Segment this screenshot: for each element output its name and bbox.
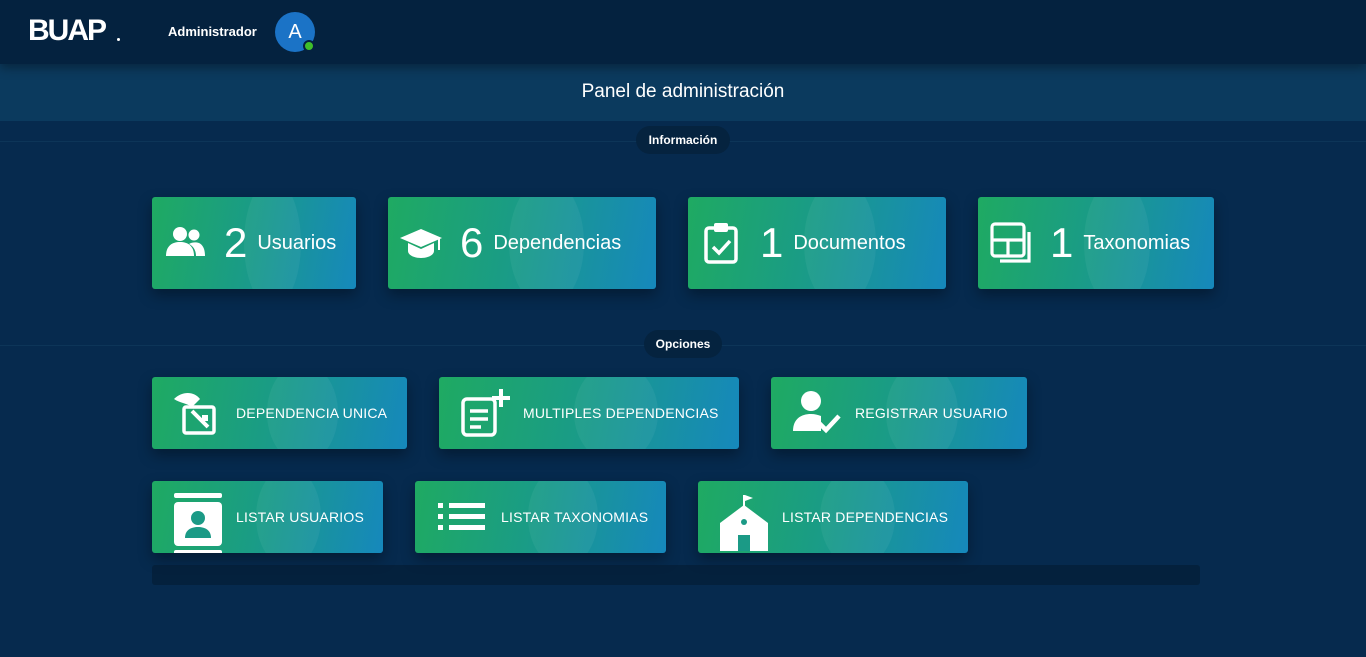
listar-dependencias-button[interactable]: LISTAR DEPENDENCIAS (698, 481, 968, 553)
page-title: Panel de administración (581, 81, 785, 102)
option-label: MULTIPLES DEPENDENCIAS (523, 405, 719, 421)
panel-footer-shadow (152, 565, 1200, 585)
stat-count: 1 (760, 219, 784, 266)
logo-dot (117, 38, 120, 41)
stat-label: Dependencias (493, 231, 622, 254)
option-label: REGISTRAR USUARIO (855, 405, 1008, 421)
stat-card-documentos[interactable]: 1 Documentos (688, 197, 946, 289)
dependencia-unica-button[interactable]: DEPENDENCIA UNICA (152, 377, 407, 449)
user-name[interactable]: Administrador (168, 24, 257, 39)
stat-count: 2 (224, 219, 248, 266)
buap-logo[interactable]: BUAP (28, 14, 107, 48)
section-label-info: Información (636, 126, 730, 154)
option-label: LISTAR DEPENDENCIAS (782, 509, 949, 525)
sign-edit-icon (172, 387, 224, 439)
clipboard-check-icon (698, 220, 744, 266)
document-add-icon (459, 387, 511, 439)
option-label: LISTAR USUARIOS (236, 509, 364, 525)
stat-count: 6 (460, 219, 484, 266)
stat-label: Usuarios (257, 231, 337, 254)
user-check-icon (791, 387, 843, 439)
stat-card-dependencias[interactable]: 6 Dependencias (388, 197, 656, 289)
section-label-options: Opciones (644, 330, 722, 358)
graduation-cap-icon (398, 220, 444, 266)
multiples-dependencias-button[interactable]: MULTIPLES DEPENDENCIAS (439, 377, 739, 449)
stat-card-taxonomias[interactable]: 1 Taxonomias (978, 197, 1214, 289)
layout-icon (988, 220, 1034, 266)
school-icon (718, 491, 770, 551)
stat-card-usuarios[interactable]: 2 Usuarios (152, 197, 356, 289)
stat-label: Documentos (793, 231, 906, 254)
stat-count: 1 (1050, 219, 1074, 266)
list-icon (437, 491, 489, 543)
avatar-initial: A (288, 20, 302, 43)
top-bar: BUAP Administrador A (0, 0, 1366, 64)
listar-usuarios-button[interactable]: LISTAR USUARIOS (152, 481, 383, 553)
contact-book-icon (172, 491, 224, 553)
stat-label: Taxonomias (1083, 231, 1191, 254)
option-label: DEPENDENCIA UNICA (236, 405, 388, 421)
online-status-indicator (303, 40, 315, 52)
registrar-usuario-button[interactable]: REGISTRAR USUARIO (771, 377, 1027, 449)
listar-taxonomias-button[interactable]: LISTAR TAXONOMIAS (415, 481, 666, 553)
option-label: LISTAR TAXONOMIAS (501, 509, 649, 525)
users-icon (162, 220, 208, 266)
